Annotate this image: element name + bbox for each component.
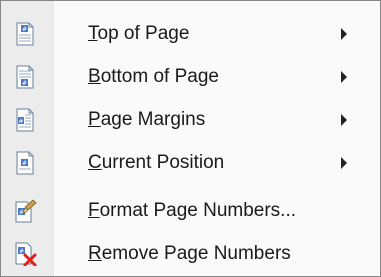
menu-item-label: Remove Page Numbers — [88, 243, 291, 264]
svg-text:#: # — [19, 209, 24, 216]
page-number-menu: # Top of Page # Bottom of Page # Page Ma… — [0, 0, 381, 277]
format-page-numbers-icon: # — [15, 199, 37, 223]
page-top-icon: # — [16, 22, 34, 46]
page-margins-icon: # — [16, 108, 34, 132]
svg-text:#: # — [19, 248, 24, 255]
svg-text:#: # — [18, 118, 23, 125]
submenu-arrow-icon — [341, 114, 347, 126]
page-bottom-icon: # — [16, 65, 34, 89]
menu-item-label: Top of Page — [88, 23, 190, 44]
submenu-arrow-icon — [341, 157, 347, 169]
svg-text:#: # — [22, 160, 27, 167]
menu-item-page-margins[interactable]: # Page Margins — [3, 100, 378, 140]
svg-text:#: # — [22, 80, 27, 87]
svg-text:#: # — [22, 26, 27, 33]
menu-item-format-page-numbers[interactable]: # Format Page Numbers... — [3, 191, 378, 231]
submenu-arrow-icon — [341, 71, 347, 83]
menu-item-label: Format Page Numbers... — [88, 200, 297, 221]
current-position-icon: # — [16, 151, 34, 175]
menu-item-current-position[interactable]: # Current Position — [3, 143, 378, 183]
submenu-arrow-icon — [341, 28, 347, 40]
menu-item-label: Current Position — [88, 152, 225, 173]
menu-item-top-of-page[interactable]: # Top of Page — [3, 14, 378, 54]
menu-item-label: Bottom of Page — [88, 66, 219, 87]
remove-page-numbers-icon: # — [15, 242, 37, 266]
menu-item-label: Page Margins — [88, 109, 206, 130]
menu-item-bottom-of-page[interactable]: # Bottom of Page — [3, 57, 378, 97]
menu-item-remove-page-numbers[interactable]: # Remove Page Numbers — [3, 234, 378, 274]
